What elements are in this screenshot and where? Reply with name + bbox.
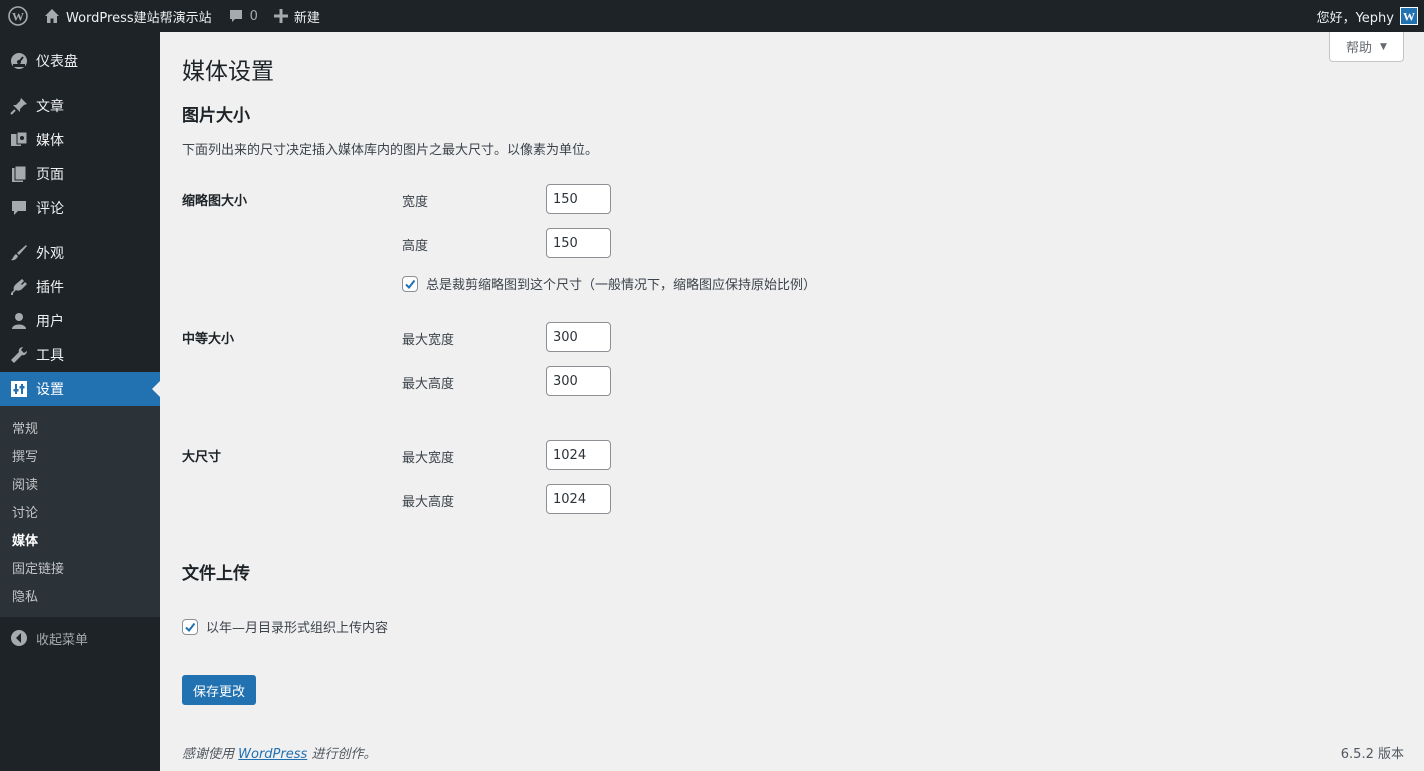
plus-icon: [273, 9, 288, 23]
admin-bar: W WordPress建站帮演示站 0 新建 您好，Yephy W: [0, 0, 1424, 32]
sidebar-item-label: 页面: [36, 167, 64, 183]
sidebar-item-label: 用户: [36, 314, 64, 330]
sidebar-item-appearance[interactable]: 外观: [0, 236, 160, 270]
page-icon: [9, 164, 29, 184]
sidebar-item-settings[interactable]: 设置: [0, 372, 160, 406]
large-height-label: 最大高度: [402, 495, 455, 510]
new-label: 新建: [293, 10, 320, 26]
sidebar-item-label: 文章: [36, 99, 64, 115]
sidebar-item-tools[interactable]: 工具: [0, 338, 160, 372]
large-width-label: 最大宽度: [402, 451, 455, 466]
image-sizes-heading: 图片大小: [182, 106, 250, 126]
footer-thanks: 感谢使用 WordPress 进行创作。: [182, 743, 376, 762]
sidebar-item-label: 插件: [36, 280, 64, 296]
settings-submenu: 常规 撰写 阅读 讨论 媒体 固定链接 隐私: [0, 406, 160, 617]
footer-thanks-prefix: 感谢使用: [182, 747, 235, 762]
sidebar-item-label: 媒体: [36, 133, 64, 149]
new-content-link[interactable]: 新建: [266, 0, 328, 32]
uploads-heading: 文件上传: [182, 564, 250, 584]
avatar-wordpress-icon: W: [1403, 10, 1415, 24]
sidebar-item-pages[interactable]: 页面: [0, 157, 160, 191]
user-icon: [9, 311, 29, 331]
large-width-input[interactable]: [546, 440, 611, 470]
thumbnail-crop-option[interactable]: 总是裁剪缩略图到这个尺寸（一般情况下，缩略图应保持原始比例）: [402, 274, 816, 293]
site-name-link[interactable]: WordPress建站帮演示站: [36, 0, 220, 32]
thumbnail-width-input[interactable]: [546, 184, 611, 214]
submenu-item-permalinks[interactable]: 固定链接: [0, 553, 160, 581]
large-height-input[interactable]: [546, 484, 611, 514]
thumbnail-crop-checkbox[interactable]: [402, 275, 418, 292]
footer-thanks-suffix: 进行创作。: [311, 747, 377, 762]
plugin-icon: [9, 277, 29, 297]
sidebar-item-dashboard[interactable]: 仪表盘: [0, 44, 160, 78]
collapse-arrow-icon: [9, 628, 29, 648]
svg-text:W: W: [1403, 10, 1415, 24]
checkmark-icon: [405, 279, 416, 289]
thumbnail-size-label: 缩略图大小: [182, 194, 248, 209]
home-icon: [44, 8, 60, 24]
sidebar-item-comments[interactable]: 评论: [0, 191, 160, 225]
collapse-menu-button[interactable]: 收起菜单: [0, 621, 160, 655]
comments-link[interactable]: 0: [220, 0, 266, 32]
medium-width-label: 最大宽度: [402, 333, 455, 348]
footer-version: 6.5.2 版本: [1340, 747, 1404, 762]
comments-count: 0: [249, 8, 258, 24]
help-tab-button[interactable]: 帮助 ▼: [1329, 32, 1404, 62]
submenu-item-writing[interactable]: 撰写: [0, 441, 160, 469]
large-size-label: 大尺寸: [182, 450, 222, 465]
submenu-item-discussion[interactable]: 讨论: [0, 497, 160, 525]
comment-icon: [9, 198, 29, 218]
thumbnail-height-label: 高度: [402, 239, 429, 254]
comment-bubble-icon: [228, 8, 244, 24]
save-changes-button[interactable]: 保存更改: [182, 675, 256, 705]
submenu-item-media[interactable]: 媒体: [0, 525, 160, 553]
checkmark-icon: [185, 622, 196, 632]
collapse-menu-label: 收起菜单: [36, 632, 89, 648]
site-name: WordPress建站帮演示站: [66, 10, 212, 26]
organize-uploads-option[interactable]: 以年—月目录形式组织上传内容: [182, 617, 388, 636]
thumbnail-width-label: 宽度: [402, 195, 429, 210]
sidebar-item-label: 外观: [36, 246, 64, 262]
image-sizes-description: 下面列出来的尺寸决定插入媒体库内的图片之最大尺寸。以像素为单位。: [182, 143, 599, 158]
organize-uploads-label: 以年—月目录形式组织上传内容: [206, 621, 389, 636]
medium-width-input[interactable]: [546, 322, 611, 352]
sidebar-item-plugins[interactable]: 插件: [0, 270, 160, 304]
media-icon: [9, 130, 29, 150]
pushpin-icon: [9, 96, 29, 116]
organize-uploads-checkbox[interactable]: [182, 618, 198, 635]
my-account-link[interactable]: 您好，Yephy W: [1309, 0, 1424, 32]
medium-size-label: 中等大小: [182, 332, 235, 347]
sidebar-item-label: 仪表盘: [36, 54, 78, 70]
page-title: 媒体设置: [182, 59, 274, 85]
thumbnail-crop-label: 总是裁剪缩略图到这个尺寸（一般情况下，缩略图应保持原始比例）: [426, 278, 817, 293]
greeting: 您好，Yephy: [1316, 10, 1394, 26]
sidebar-item-label: 评论: [36, 201, 64, 217]
settings-icon: [9, 379, 29, 399]
wordpress-logo-menu[interactable]: W: [0, 0, 36, 32]
medium-height-label: 最大高度: [402, 377, 455, 392]
sidebar-item-label: 设置: [36, 382, 64, 398]
thumbnail-height-input[interactable]: [546, 228, 611, 258]
submenu-item-privacy[interactable]: 隐私: [0, 581, 160, 609]
admin-sidebar: 仪表盘 文章 媒体 页面 评论 外观 插件 用户 工具 设置 常规 撰写 阅读 …: [0, 32, 160, 771]
submenu-item-general[interactable]: 常规: [0, 413, 160, 441]
avatar: W: [1400, 7, 1418, 25]
sidebar-item-label: 工具: [36, 348, 64, 364]
sidebar-item-users[interactable]: 用户: [0, 304, 160, 338]
help-label: 帮助: [1346, 41, 1373, 56]
sidebar-item-posts[interactable]: 文章: [0, 89, 160, 123]
wrench-icon: [9, 345, 29, 365]
wordpress-link[interactable]: WordPress: [238, 747, 307, 762]
sidebar-item-media[interactable]: 媒体: [0, 123, 160, 157]
submenu-item-reading[interactable]: 阅读: [0, 469, 160, 497]
medium-height-input[interactable]: [546, 366, 611, 396]
dashboard-icon: [9, 51, 29, 71]
caret-down-icon: ▼: [1380, 41, 1387, 52]
svg-text:W: W: [12, 10, 24, 24]
wordpress-logo-icon: W: [8, 6, 28, 26]
paintbrush-icon: [9, 243, 29, 263]
